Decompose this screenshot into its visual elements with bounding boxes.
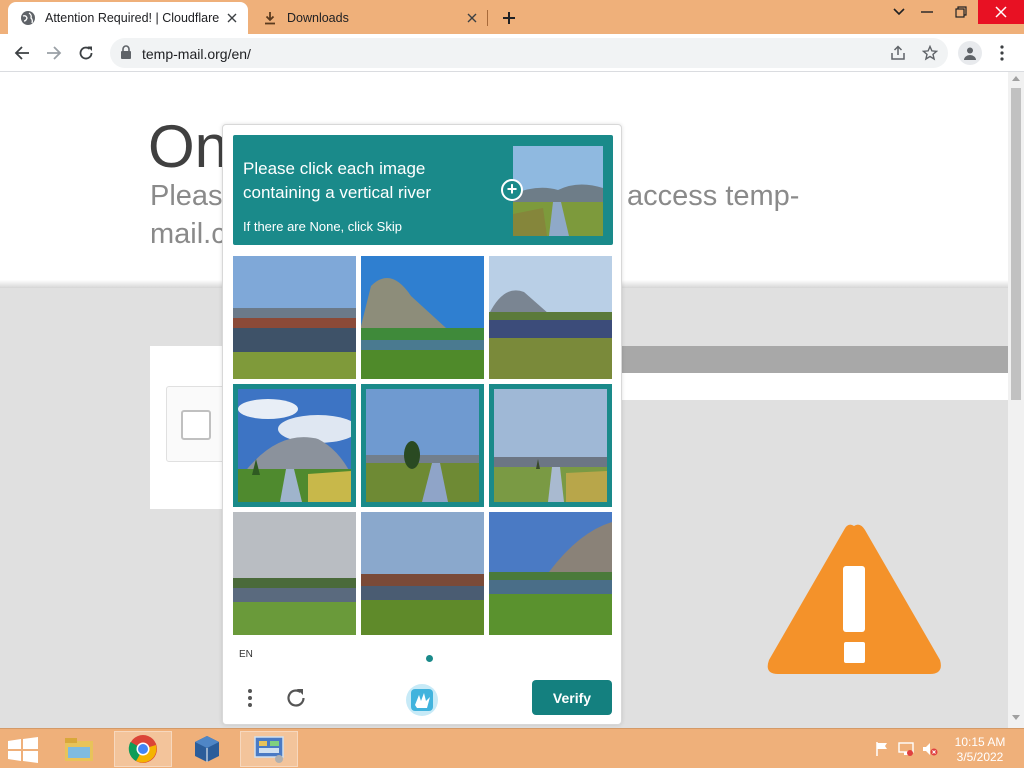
- language-selector[interactable]: EN: [239, 649, 253, 660]
- vertical-river-image: [238, 389, 351, 502]
- page-banner-bar: [620, 346, 1008, 373]
- lake-image: [361, 512, 484, 635]
- file-explorer-icon: [65, 738, 93, 761]
- tab-separator: [487, 10, 488, 26]
- network-icon[interactable]: [898, 741, 914, 757]
- file-explorer-button[interactable]: [50, 731, 108, 767]
- back-button[interactable]: [8, 39, 36, 67]
- tab-cloudflare[interactable]: Attention Required! | Cloudflare: [8, 2, 248, 34]
- action-center-flag-icon[interactable]: [874, 741, 890, 757]
- windows-start-icon[interactable]: [6, 737, 40, 763]
- restore-button[interactable]: [944, 0, 978, 24]
- example-image[interactable]: [513, 146, 603, 236]
- challenge-tile-7[interactable]: [233, 512, 356, 635]
- system-clock[interactable]: 10:15 AM 3/5/2022: [950, 735, 1010, 765]
- chrome-taskbar-button[interactable]: [114, 731, 172, 767]
- globe-icon: [20, 10, 36, 26]
- challenge-tile-4[interactable]: [233, 384, 356, 507]
- tab-title: Downloads: [287, 11, 349, 25]
- volume-muted-icon[interactable]: [922, 741, 938, 757]
- mountain-lake-image: [361, 256, 484, 379]
- scroll-down-icon[interactable]: [1011, 714, 1021, 722]
- page-indicator-dot: [426, 655, 433, 662]
- refresh-challenge-icon[interactable]: [283, 685, 309, 711]
- profile-avatar[interactable]: [958, 41, 982, 65]
- hcaptcha-challenge: Please click each image containing a ver…: [222, 124, 622, 725]
- url-text: temp-mail.org/en/: [142, 46, 251, 62]
- new-tab-button[interactable]: [497, 6, 521, 30]
- vertical-river-image: [366, 389, 479, 502]
- challenge-prompt-text: Please click each image containing a ver…: [243, 159, 432, 202]
- challenge-tile-3[interactable]: [489, 256, 612, 379]
- virtualbox-icon: [195, 736, 219, 762]
- page-subtitle-right: access temp-: [627, 180, 800, 212]
- page-heading: On: [148, 113, 229, 180]
- chrome-icon: [128, 735, 157, 763]
- captcha-checkbox[interactable]: [181, 410, 211, 440]
- clock-time: 10:15 AM: [954, 735, 1006, 749]
- control-panel-icon: [254, 736, 284, 763]
- page-subtitle-line2: mail.c: [150, 218, 226, 250]
- tab-strip: Attention Required! | Cloudflare Downloa…: [0, 0, 1024, 34]
- vertical-river-image: [494, 389, 607, 502]
- close-tab-icon[interactable]: [222, 8, 242, 28]
- challenge-tile-9[interactable]: [489, 512, 612, 635]
- mountain-lake-image: [489, 256, 612, 379]
- virtualbox-taskbar-button[interactable]: [178, 731, 236, 767]
- tab-downloads[interactable]: Downloads: [250, 2, 488, 34]
- challenge-tile-6[interactable]: [489, 384, 612, 507]
- download-icon: [262, 10, 278, 26]
- control-panel-taskbar-button[interactable]: [240, 731, 298, 767]
- address-bar[interactable]: temp-mail.org/en/: [110, 38, 948, 68]
- share-icon[interactable]: [888, 43, 908, 63]
- browser-menu-icon[interactable]: [992, 41, 1012, 65]
- close-window-button[interactable]: [978, 0, 1024, 24]
- challenge-hint-text: If there are None, click Skip: [243, 219, 402, 234]
- bookmark-star-icon[interactable]: [920, 43, 940, 63]
- minimize-button[interactable]: [910, 0, 944, 24]
- scroll-up-icon[interactable]: [1011, 74, 1021, 82]
- mountain-lake-image: [489, 512, 612, 635]
- expand-example-icon[interactable]: +: [501, 179, 523, 201]
- captcha-menu-icon[interactable]: [243, 685, 257, 711]
- windows-taskbar: 10:15 AM 3/5/2022: [0, 728, 1024, 768]
- lake-image: [233, 512, 356, 635]
- clock-date: 3/5/2022: [956, 750, 1004, 764]
- warning-icon: [767, 524, 941, 674]
- tab-title: Attention Required! | Cloudflare: [45, 11, 220, 25]
- lock-icon[interactable]: [120, 45, 132, 65]
- verify-button[interactable]: Verify: [532, 680, 612, 715]
- challenge-prompt-banner: Please click each image containing a ver…: [233, 135, 613, 245]
- close-tab-icon[interactable]: [462, 8, 482, 28]
- page-scrollbar-thumb[interactable]: [1011, 88, 1021, 400]
- challenge-tile-8[interactable]: [361, 512, 484, 635]
- browser-toolbar: temp-mail.org/en/: [0, 34, 1024, 72]
- challenge-tile-1[interactable]: [233, 256, 356, 379]
- challenge-tile-2[interactable]: [361, 256, 484, 379]
- challenge-tile-5[interactable]: [361, 384, 484, 507]
- hcaptcha-logo-icon: [406, 684, 438, 716]
- reload-button[interactable]: [72, 39, 100, 67]
- forward-button[interactable]: [40, 39, 68, 67]
- page-banner-band: [620, 373, 1008, 400]
- lake-image: [233, 256, 356, 379]
